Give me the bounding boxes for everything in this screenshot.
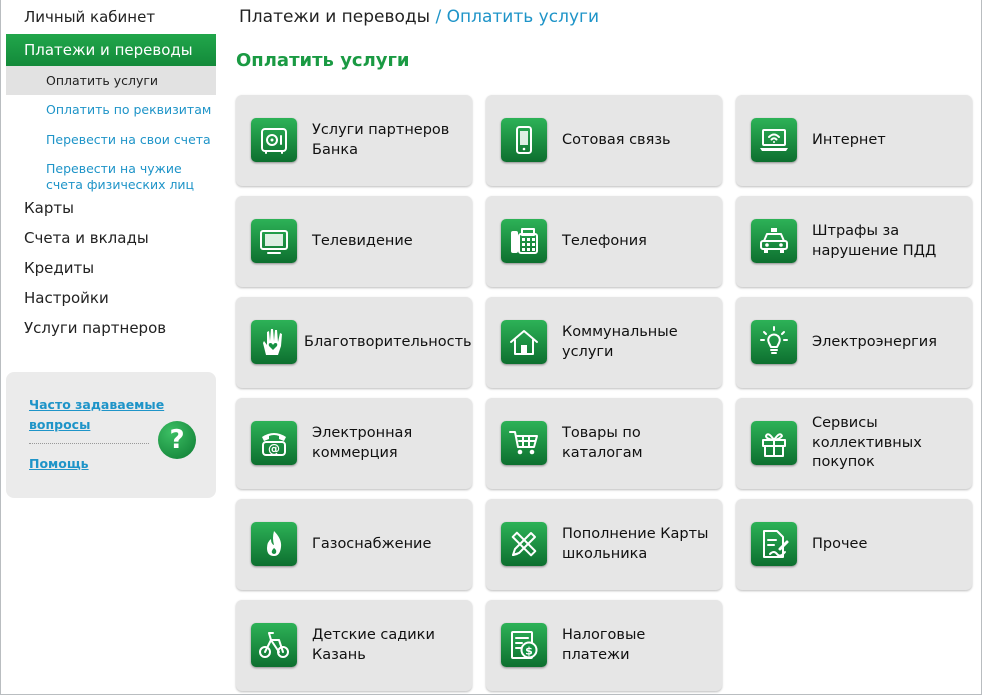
help-box: Часто задаваемые вопросы Помощь ? [6,372,216,498]
service-tile[interactable]: Детские садики Казань [236,600,472,691]
service-label: Детские садики Казань [312,627,435,663]
house-icon [501,320,547,364]
subnav-transfer-others-line2: счета физических лиц [46,177,195,192]
tv-icon [251,219,297,263]
service-tile[interactable]: Штрафы за нарушение ПДД [736,196,972,287]
breadcrumb: Платежи и переводы / Оплатить услуги [239,5,599,29]
service-label: Электроэнергия [812,333,937,350]
safe-icon [251,118,297,162]
subnav-pay-services[interactable]: Оплатить услуги [6,66,216,95]
pencil-ruler-icon [501,522,547,566]
service-label: Коммунальные услуги [562,324,678,360]
service-tile[interactable]: @ Электронная коммерция [236,398,472,489]
nav-credits[interactable]: Кредиты [6,253,216,283]
service-tile[interactable]: $ Налоговые платежи [486,600,722,691]
hand-heart-icon [251,320,297,364]
breadcrumb-parent[interactable]: Платежи и переводы [239,7,430,27]
service-tile[interactable]: Коммунальные услуги [486,297,722,388]
tax-document-icon: $ [501,623,547,667]
service-label: Товары по каталогам [562,425,643,461]
help-divider [29,443,149,444]
subnav-transfer-others-line1: Перевести на чужие [46,161,182,176]
nav-payments-transfers[interactable]: Платежи и переводы [6,34,216,66]
subnav-transfer-others[interactable]: Перевести на чужие счета физических лиц [6,155,216,193]
service-tile[interactable]: Интернет [736,95,972,186]
service-tile[interactable]: Пополнение Карты школьника [486,499,722,590]
light-bulb-icon [751,320,797,364]
service-label: Штрафы за нарушение ПДД [812,223,937,259]
service-tile[interactable]: Сервисы коллективных покупок [736,398,972,489]
faq-link-line1: Часто задаваемые [29,397,165,412]
breadcrumb-current: Оплатить услуги [446,7,599,27]
gift-icon [751,421,797,465]
service-label: Услуги партнеров Банка [312,122,450,158]
service-tile[interactable]: Телевидение [236,196,472,287]
subnav-pay-by-details[interactable]: Оплатить по реквизитам [6,95,216,125]
service-label: Благотворительность [304,333,472,350]
service-label: Телефония [562,232,647,249]
service-tile[interactable]: Прочее [736,499,972,590]
faq-link-line2: вопросы [29,417,91,432]
nav-partner-services[interactable]: Услуги партнеров [6,313,216,343]
nav-personal-cabinet[interactable]: Личный кабинет [6,0,216,34]
help-link[interactable]: Помощь [29,454,89,474]
flame-icon [251,522,297,566]
service-tile[interactable]: Товары по каталогам [486,398,722,489]
service-tile[interactable]: Услуги партнеров Банка [236,95,472,186]
mobile-phone-icon [501,118,547,162]
service-label: Интернет [812,131,886,148]
laptop-wifi-icon [751,118,797,162]
document-pen-icon [751,522,797,566]
service-label: Телевидение [312,232,413,249]
sidebar: Личный кабинет Платежи и переводы Оплати… [6,0,216,343]
nav-cards[interactable]: Карты [6,193,216,223]
faq-link[interactable]: Часто задаваемые вопросы [29,395,164,435]
service-label: Пополнение Карты школьника [562,526,709,562]
question-icon[interactable]: ? [158,421,196,459]
service-label: Сотовая связь [562,131,671,148]
tricycle-icon [251,623,297,667]
at-phone-icon: @ [251,421,297,465]
subnav-transfer-own-accounts[interactable]: Перевести на свои счета [6,125,216,155]
svg-text:@: @ [268,442,280,456]
service-tile[interactable]: Телефония [486,196,722,287]
service-label: Прочее [812,535,868,552]
service-tile[interactable]: Сотовая связь [486,95,722,186]
svg-text:$: $ [525,645,533,658]
service-label: Налоговые платежи [562,627,646,663]
breadcrumb-separator: / [435,7,442,27]
service-label: Электронная коммерция [312,425,413,461]
service-tile[interactable]: Благотворительность [236,297,472,388]
page-title: Оплатить услуги [236,50,410,71]
service-tile[interactable]: Электроэнергия [736,297,972,388]
police-car-icon [751,219,797,263]
shopping-cart-icon [501,421,547,465]
service-label: Газоснабжение [312,535,432,552]
service-label: Сервисы коллективных покупок [812,415,922,471]
fax-phone-icon [501,219,547,263]
service-tile[interactable]: Газоснабжение [236,499,472,590]
nav-accounts-deposits[interactable]: Счета и вклады [6,223,216,253]
nav-settings[interactable]: Настройки [6,283,216,313]
